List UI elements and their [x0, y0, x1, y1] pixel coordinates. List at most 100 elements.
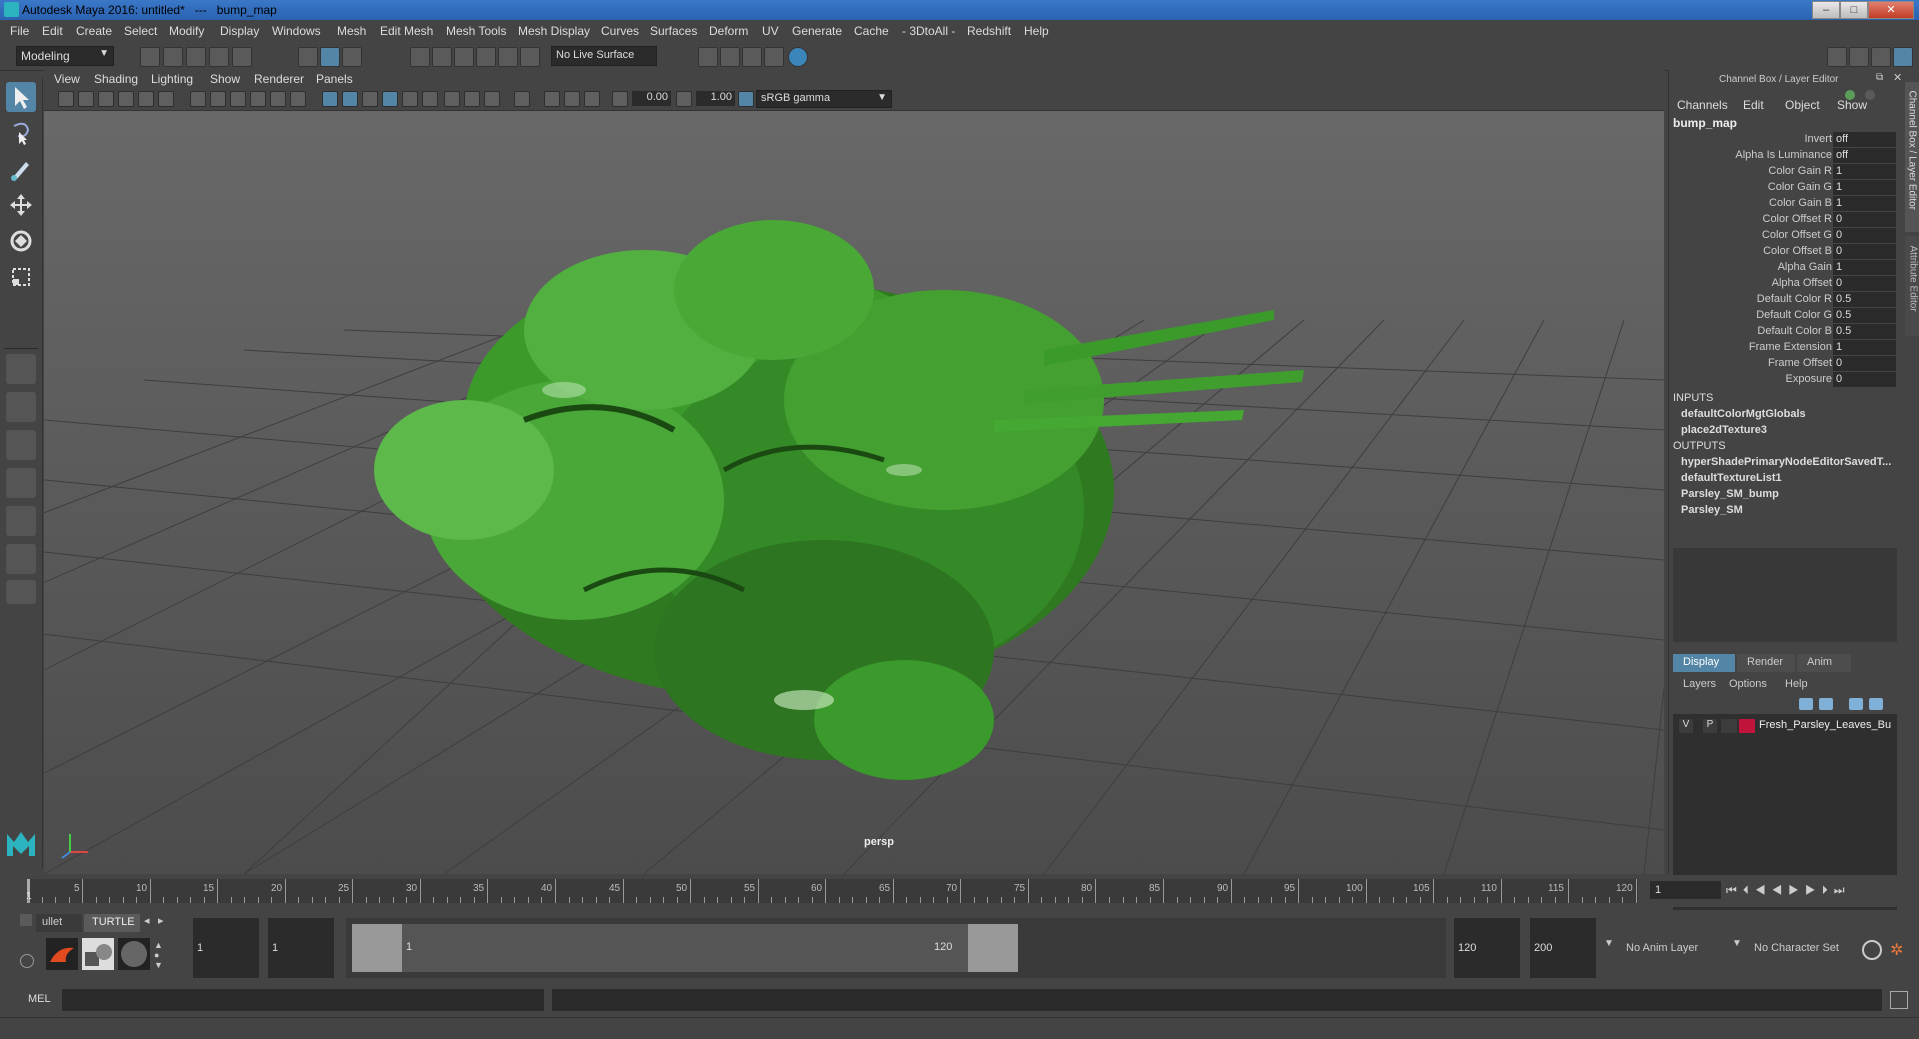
attr-value[interactable]: 0: [1833, 356, 1896, 371]
attr-row[interactable]: Default Color B 0.5: [1669, 324, 1897, 340]
time-slider[interactable]: 1 5 10 15 20 25 30 35 40 45 50 55 60 65 70 75 80 85 90 95 1…: [0, 875, 1919, 907]
shadows-icon[interactable]: [422, 91, 438, 107]
end-time-field[interactable]: 200: [1530, 918, 1596, 978]
attr-row[interactable]: Color Offset R0: [1669, 212, 1897, 228]
menu-display[interactable]: Display: [220, 24, 259, 38]
image-plane-icon[interactable]: [118, 91, 134, 107]
character-set-field[interactable]: No Character Set: [1748, 918, 1868, 978]
menu-curves[interactable]: Curves: [601, 24, 639, 38]
paint-select-tool-icon[interactable]: [6, 154, 36, 184]
playback-start-field[interactable]: 1: [268, 918, 334, 978]
attr-value[interactable]: off: [1833, 148, 1896, 163]
safe-action-icon[interactable]: [290, 91, 306, 107]
layer-row[interactable]: V P Fresh_Parsley_Leaves_Bu: [1677, 718, 1893, 734]
output-node[interactable]: hyperShadePrimaryNodeEditorSavedT...: [1681, 456, 1891, 468]
render-settings-icon[interactable]: [764, 47, 784, 67]
attr-row[interactable]: Color Offset B0: [1669, 244, 1897, 260]
attr-row[interactable]: Color Gain B1: [1669, 196, 1897, 212]
shelf-tab-turtle[interactable]: TURTLE: [84, 914, 140, 932]
input-node[interactable]: defaultColorMgtGlobals: [1681, 408, 1806, 420]
save-scene-icon[interactable]: [186, 47, 206, 67]
time-ruler[interactable]: 1 51015202530354045505560657075808590951…: [26, 879, 1638, 903]
two-d-pan-icon[interactable]: [138, 91, 154, 107]
attr-value[interactable]: 0: [1833, 372, 1896, 387]
hypershade-icon[interactable]: [788, 47, 808, 67]
tool-settings-toggle-icon[interactable]: [1871, 47, 1891, 67]
field-chart-icon[interactable]: [270, 91, 286, 107]
anti-aliasing-icon[interactable]: [484, 91, 500, 107]
attr-value[interactable]: 1: [1833, 196, 1896, 211]
panel-menu-lighting[interactable]: Lighting: [151, 72, 193, 86]
menu-file[interactable]: File: [10, 24, 29, 38]
output-node[interactable]: Parsley_SM: [1681, 504, 1743, 516]
mel-input[interactable]: [62, 989, 544, 1011]
shelf-menu-icon[interactable]: [20, 914, 32, 926]
gamma-icon[interactable]: [676, 91, 692, 107]
attr-value[interactable]: 0: [1833, 212, 1896, 227]
menu-surfaces[interactable]: Surfaces: [650, 24, 697, 38]
move-layer-down-icon[interactable]: [1819, 698, 1833, 710]
new-layer-icon[interactable]: [1849, 698, 1863, 710]
redo-icon[interactable]: [232, 47, 252, 67]
layer-visibility-toggle[interactable]: V: [1679, 719, 1693, 733]
ipr-render-icon[interactable]: [742, 47, 762, 67]
move-layer-up-icon[interactable]: [1799, 698, 1813, 710]
layer-menu-options[interactable]: Options: [1729, 678, 1767, 690]
four-view-layout-icon[interactable]: [6, 392, 36, 422]
wireframe-icon[interactable]: [322, 91, 338, 107]
live-surface-field[interactable]: No Live Surface: [551, 46, 657, 66]
attribute-editor-toggle-icon[interactable]: [1849, 47, 1869, 67]
attr-row[interactable]: Color Gain R1: [1669, 164, 1897, 180]
shelf-item-sphere-icon[interactable]: [118, 938, 150, 970]
hypershade-layout-icon[interactable]: [6, 544, 36, 574]
attr-value[interactable]: 0.5: [1833, 324, 1896, 339]
play-backward-icon[interactable]: ◀: [1772, 883, 1789, 897]
render-current-icon[interactable]: [720, 47, 740, 67]
shelf-scroll-left-icon[interactable]: ◂: [144, 914, 150, 927]
attr-row[interactable]: Frame Extension 1: [1669, 340, 1897, 356]
grid-toggle-icon[interactable]: [190, 91, 206, 107]
menu-mesh[interactable]: Mesh: [337, 24, 366, 38]
layout-options-icon[interactable]: [6, 580, 36, 604]
step-back-key-icon[interactable]: ◀: [1755, 883, 1772, 897]
float-panel-icon[interactable]: ⧉: [1876, 72, 1883, 83]
anim-layer-field[interactable]: No Anim Layer: [1620, 918, 1726, 978]
play-forward-icon[interactable]: ▶: [1788, 883, 1805, 897]
magnet-icon[interactable]: [520, 47, 540, 67]
ambient-occlusion-icon[interactable]: [444, 91, 460, 107]
panel-menu-panels[interactable]: Panels: [316, 72, 353, 86]
close-button[interactable]: ✕: [1868, 1, 1914, 19]
range-end-grip[interactable]: [968, 924, 1018, 972]
maximize-button[interactable]: □: [1840, 1, 1868, 19]
shelf-settings-icon[interactable]: [20, 954, 34, 968]
tab-render[interactable]: Render: [1737, 654, 1795, 672]
new-layer-selected-icon[interactable]: [1869, 698, 1883, 710]
attr-row[interactable]: Invert off: [1669, 132, 1897, 148]
output-node[interactable]: Parsley_SM_bump: [1681, 488, 1779, 500]
shelf-item-fire-icon[interactable]: [46, 938, 78, 970]
new-scene-icon[interactable]: [140, 47, 160, 67]
attr-row[interactable]: Color Offset G0: [1669, 228, 1897, 244]
tab-display[interactable]: Display: [1673, 654, 1735, 672]
cb-menu-object[interactable]: Object: [1785, 98, 1820, 112]
attr-row[interactable]: Frame Offset 0: [1669, 356, 1897, 372]
xray-joints-icon[interactable]: [564, 91, 580, 107]
step-forward-icon[interactable]: ⏵: [1822, 883, 1834, 897]
attr-value[interactable]: 0: [1833, 276, 1896, 291]
menu-3dtoall[interactable]: - 3DtoAll -: [902, 24, 955, 38]
snap-curve-icon[interactable]: [432, 47, 452, 67]
cb-menu-edit[interactable]: Edit: [1743, 98, 1764, 112]
color-space-dropdown[interactable]: sRGB gamma ▼: [756, 90, 892, 108]
attr-row[interactable]: Default Color G 0.5: [1669, 308, 1897, 324]
single-view-layout-icon[interactable]: [6, 354, 36, 384]
resolution-gate-icon[interactable]: [230, 91, 246, 107]
bookmark-icon[interactable]: [98, 91, 114, 107]
menu-redshift[interactable]: Redshift: [967, 24, 1011, 38]
attr-row[interactable]: Alpha Is Luminance off: [1669, 148, 1897, 164]
playback-end-field[interactable]: 120: [1454, 918, 1520, 978]
select-by-component-icon[interactable]: [342, 47, 362, 67]
gate-mask-icon[interactable]: [250, 91, 266, 107]
modeling-toolkit-icon[interactable]: [1827, 47, 1847, 67]
mel-label[interactable]: MEL: [28, 993, 51, 1005]
attr-value[interactable]: off: [1833, 132, 1896, 147]
